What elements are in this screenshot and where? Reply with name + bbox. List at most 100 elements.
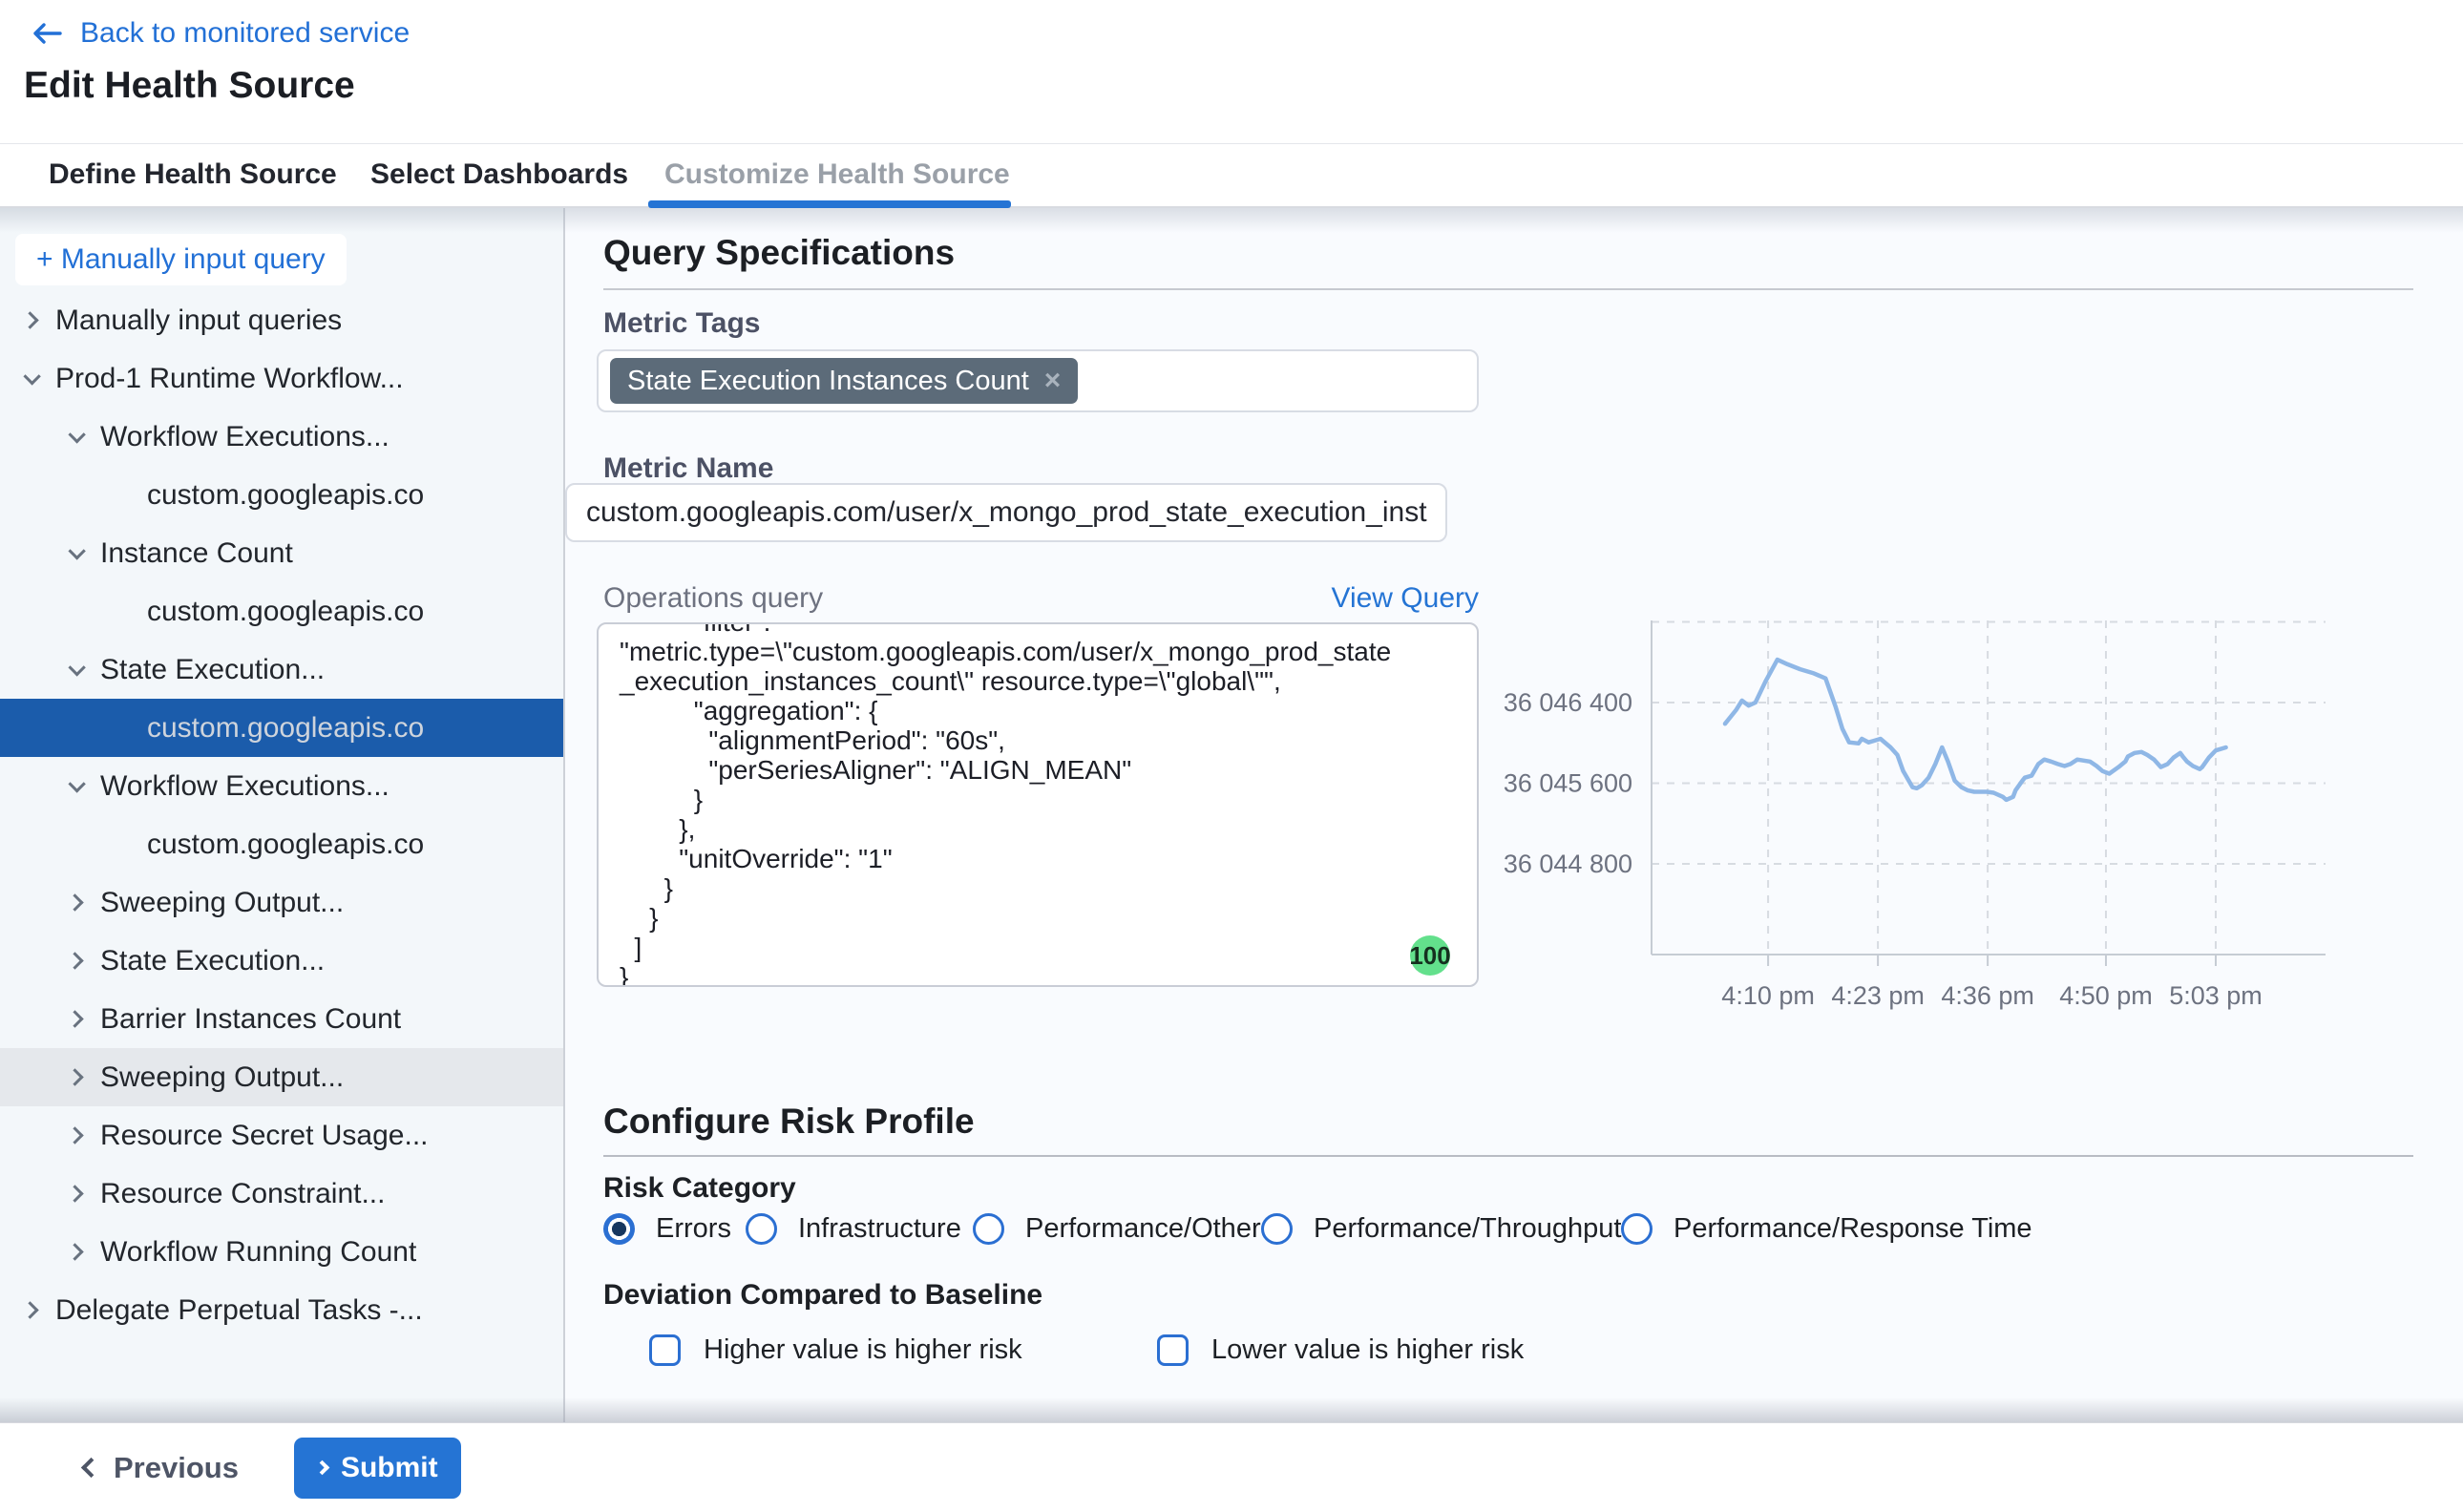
back-to-monitored-service-link[interactable]: Back to monitored service [29, 17, 410, 50]
risk-category-option-errors[interactable]: Errors [603, 1213, 731, 1245]
checkbox-icon[interactable] [1157, 1334, 1189, 1366]
chevron-down-icon[interactable] [68, 426, 85, 443]
tree-item-workflow-executions[interactable]: Workflow Executions... [0, 757, 563, 815]
radio-unselected-icon[interactable] [1621, 1213, 1653, 1245]
tree-item-barrier-instances-count[interactable]: Barrier Instances Count [0, 990, 563, 1048]
metric-name-input[interactable]: custom.googleapis.com/user/x_mongo_prod_… [565, 483, 1447, 542]
tree-item-label: Resource Constraint... [100, 1178, 385, 1210]
deviation-checkbox-lower-value-is-higher-risk[interactable]: Lower value is higher risk [1157, 1334, 1524, 1366]
tree-item-label: Prod-1 Runtime Workflow... [55, 363, 404, 395]
tree-item-state-execution[interactable]: State Execution... [0, 932, 563, 990]
remove-tag-icon[interactable]: × [1044, 365, 1062, 397]
main-panel: Query Specifications Metric Tags State E… [565, 208, 2463, 1422]
tree-item-workflow-running-count[interactable]: Workflow Running Count [0, 1223, 563, 1281]
risk-category-option-infrastructure[interactable]: Infrastructure [746, 1213, 961, 1245]
footer-bar: Previous Submit [0, 1422, 2463, 1512]
configure-risk-profile-heading: Configure Risk Profile [603, 1102, 975, 1142]
view-query-link[interactable]: View Query [1331, 582, 1479, 615]
radio-unselected-icon[interactable] [973, 1213, 1004, 1245]
chevron-down-icon[interactable] [68, 659, 85, 676]
checkbox-icon[interactable] [649, 1334, 681, 1366]
operations-query-label: Operations query [603, 582, 823, 615]
chevron-down-icon[interactable] [68, 542, 85, 559]
tree-item-sweeping-output[interactable]: Sweeping Output... [0, 1048, 563, 1106]
radio-unselected-icon[interactable] [1261, 1213, 1293, 1245]
tab-select-dashboards[interactable]: Select Dashboards [370, 144, 628, 205]
page-title: Edit Health Source [24, 65, 355, 107]
x-tick-label: 4:36 pm [1941, 981, 2034, 1010]
risk-category-option-label: Performance/Other [1025, 1213, 1261, 1245]
chevron-left-icon [81, 1458, 101, 1478]
risk-category-option-performance-throughput[interactable]: Performance/Throughput [1261, 1213, 1621, 1245]
back-link-label: Back to monitored service [80, 17, 410, 50]
section-divider [603, 1155, 2413, 1157]
tree-item-label: custom.googleapis.co [147, 479, 424, 512]
add-manual-query-button[interactable]: + Manually input query [15, 234, 347, 285]
tree-item-label: custom.googleapis.co [147, 712, 424, 745]
tab-customize-health-source[interactable]: Customize Health Source [664, 144, 1010, 205]
tree-item-workflow-executions[interactable]: Workflow Executions... [0, 408, 563, 466]
x-tick-label: 4:23 pm [1831, 981, 1925, 1010]
tree-item-state-execution[interactable]: State Execution... [0, 640, 563, 699]
tree-item-resource-secret-usage[interactable]: Resource Secret Usage... [0, 1106, 563, 1165]
risk-category-option-performance-response-time[interactable]: Performance/Response Time [1621, 1213, 2032, 1245]
radio-unselected-icon[interactable] [746, 1213, 777, 1245]
risk-category-option-label: Performance/Throughput [1314, 1213, 1621, 1245]
tree-item-label: custom.googleapis.co [147, 596, 424, 628]
tree-item-resource-constraint[interactable]: Resource Constraint... [0, 1165, 563, 1223]
query-specifications-heading: Query Specifications [603, 233, 955, 273]
metric-tags-input[interactable]: State Execution Instances Count × [597, 349, 1479, 412]
back-arrow-icon [29, 20, 63, 47]
y-tick-label: 36 044 800 [1504, 850, 1632, 878]
chevron-right-icon[interactable] [66, 1185, 83, 1202]
chevron-right-icon[interactable] [66, 952, 83, 969]
tree-item-manually-input-queries[interactable]: Manually input queries [0, 291, 563, 349]
chevron-right-icon[interactable] [66, 1010, 83, 1027]
section-divider [603, 288, 2413, 290]
risk-category-option-performance-other[interactable]: Performance/Other [973, 1213, 1261, 1245]
chevron-down-icon[interactable] [23, 368, 40, 385]
chevron-right-icon[interactable] [66, 1126, 83, 1144]
chevron-right-icon[interactable] [66, 1243, 83, 1260]
tree-item-custom-googleapis-co[interactable]: custom.googleapis.co [0, 699, 563, 757]
risk-category-option-label: Errors [656, 1213, 731, 1245]
tab-define-health-source[interactable]: Define Health Source [49, 144, 337, 205]
deviation-checkbox-higher-value-is-higher-risk[interactable]: Higher value is higher risk [649, 1334, 1022, 1366]
radio-selected-icon[interactable] [603, 1213, 635, 1245]
tree-item-label: Workflow Executions... [100, 421, 389, 453]
previous-button-label: Previous [114, 1451, 239, 1485]
tree-item-label: Workflow Executions... [100, 770, 389, 803]
metric-tree-sidebar: + Manually input query Manually input qu… [0, 208, 565, 1422]
chevron-right-icon[interactable] [66, 893, 83, 911]
previous-button[interactable]: Previous [84, 1451, 239, 1485]
chevron-right-icon[interactable] [21, 311, 38, 328]
tree-item-label: Instance Count [100, 537, 293, 570]
metric-name-label: Metric Name [603, 452, 773, 485]
submit-button[interactable]: Submit [294, 1438, 461, 1499]
tree-item-label: Delegate Perpetual Tasks -... [55, 1294, 423, 1327]
risk-category-option-label: Performance/Response Time [1674, 1213, 2032, 1245]
metric-tag-chip[interactable]: State Execution Instances Count × [610, 358, 1078, 404]
tree-item-label: custom.googleapis.co [147, 829, 424, 861]
tree-item-custom-googleapis-co[interactable]: custom.googleapis.co [0, 815, 563, 873]
chevron-down-icon[interactable] [68, 775, 85, 792]
tree-item-label: Sweeping Output... [100, 1061, 344, 1094]
tree-item-custom-googleapis-co[interactable]: custom.googleapis.co [0, 582, 563, 640]
risk-category-option-label: Infrastructure [798, 1213, 961, 1245]
tree-item-sweeping-output[interactable]: Sweeping Output... [0, 873, 563, 932]
tree-item-prod-1-runtime-workflow[interactable]: Prod-1 Runtime Workflow... [0, 349, 563, 408]
operations-query-code: "filter": "metric.type=\"custom.googleap… [599, 622, 1477, 987]
tree-item-instance-count[interactable]: Instance Count [0, 524, 563, 582]
x-tick-label: 4:10 pm [1721, 981, 1815, 1010]
active-tab-underline [648, 200, 1011, 208]
operations-query-textarea[interactable]: "filter": "metric.type=\"custom.googleap… [597, 622, 1479, 987]
tree-item-label: Sweeping Output... [100, 887, 344, 919]
tree-item-custom-googleapis-co[interactable]: custom.googleapis.co [0, 466, 563, 524]
metric-tags-label: Metric Tags [603, 307, 761, 340]
chevron-right-icon[interactable] [66, 1068, 83, 1085]
y-tick-label: 36 045 600 [1504, 769, 1632, 798]
chevron-right-icon[interactable] [21, 1301, 38, 1318]
tree-item-delegate-perpetual-tasks[interactable]: Delegate Perpetual Tasks -... [0, 1281, 563, 1339]
records-count-badge: 100 [1410, 935, 1450, 976]
x-tick-label: 4:50 pm [2059, 981, 2153, 1010]
